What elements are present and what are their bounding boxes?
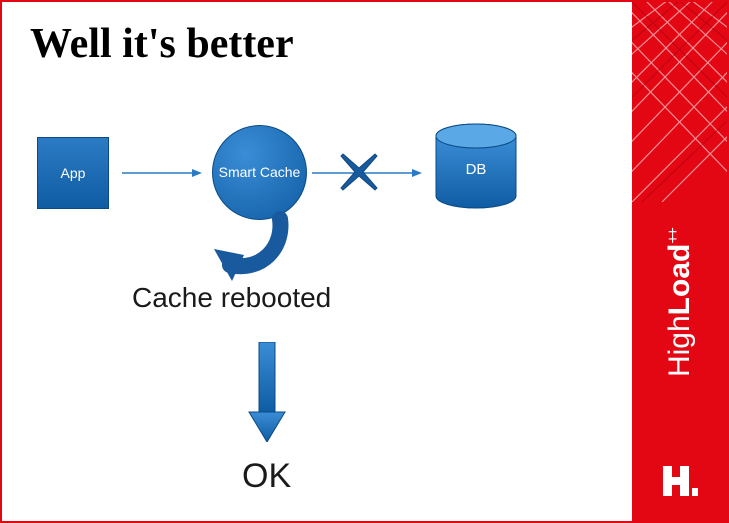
reboot-arrow-icon xyxy=(202,207,302,287)
brand-text: HighLoad++ xyxy=(663,229,697,377)
arrow-app-to-cache xyxy=(122,168,202,178)
sidebar-pattern xyxy=(632,2,727,202)
cross-icon xyxy=(337,150,381,194)
logo-mark-wrap xyxy=(632,460,727,507)
app-label: App xyxy=(61,165,86,181)
app-node: App xyxy=(37,137,109,209)
logo-icon xyxy=(659,460,701,502)
brand-part2: Load xyxy=(663,244,696,316)
brand-part1: High xyxy=(663,315,696,377)
ok-label: OK xyxy=(242,457,291,496)
cache-node: Smart Cache xyxy=(212,125,307,220)
content-area: Well it's better App Smart Cache xyxy=(2,2,632,521)
brand-plus: ++ xyxy=(665,229,682,244)
cache-label: Smart Cache xyxy=(219,164,301,181)
cache-rebooted-label: Cache rebooted xyxy=(132,282,331,314)
db-label-wrap: DB xyxy=(432,122,520,210)
down-arrow-icon xyxy=(247,342,287,442)
slide: Well it's better App Smart Cache xyxy=(0,0,729,523)
db-label: DB xyxy=(466,161,487,178)
page-title: Well it's better xyxy=(30,20,294,68)
sidebar: HighLoad++ xyxy=(632,2,727,521)
